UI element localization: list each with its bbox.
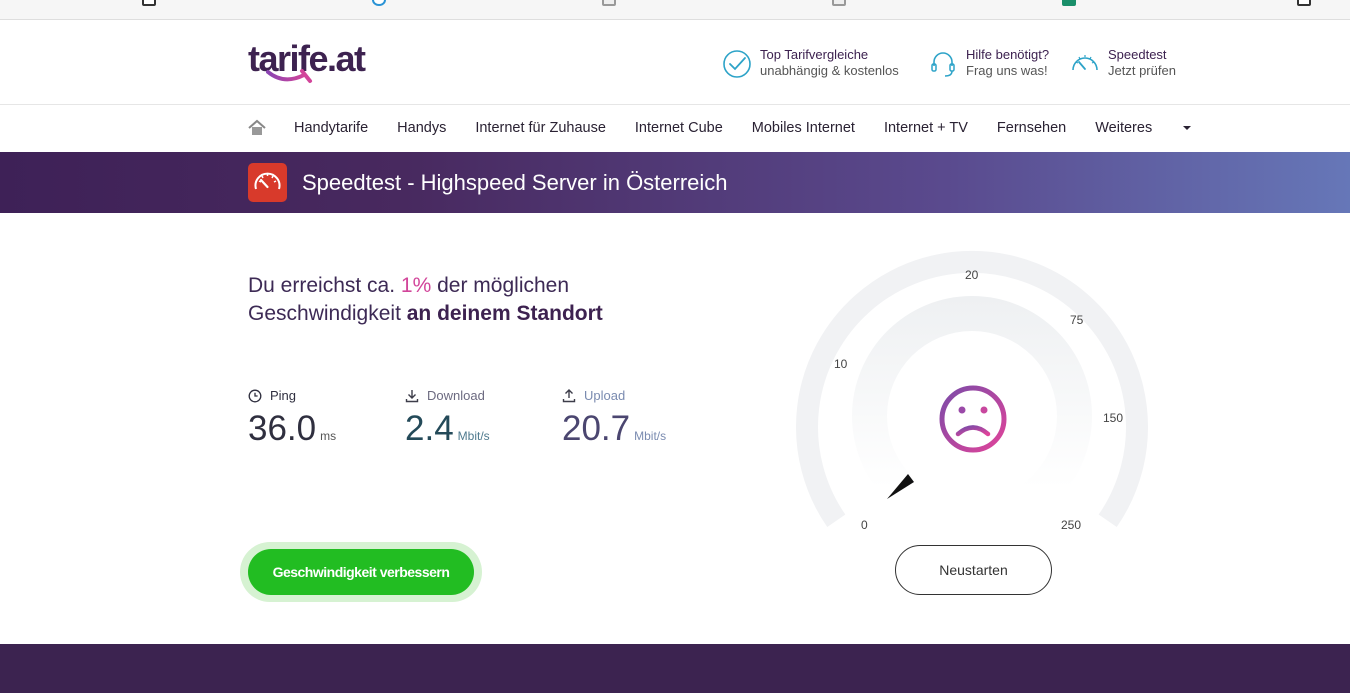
main-navigation: Handytarife Handys Internet für Zuhause … — [0, 106, 1350, 152]
metric-unit: Mbit/s — [457, 429, 490, 443]
metric-label: Upload — [584, 388, 626, 403]
improve-button-halo: Geschwindigkeit verbessern — [240, 542, 482, 602]
nav-item-internet-tv[interactable]: Internet + TV — [884, 120, 968, 136]
nav-item-label: Weiteres — [1095, 120, 1153, 136]
metric-download: Download 2.4 Mbit/s — [405, 388, 490, 449]
gauge-label: 0 — [861, 518, 868, 532]
gauge-label: 10 — [834, 357, 848, 371]
site-footer — [0, 644, 1350, 693]
metric-upload: Upload 20.7 Mbit/s — [562, 388, 666, 449]
header-tarifvergleich[interactable]: Top Tarifvergleiche unabhängig & kostenl… — [722, 47, 899, 79]
bookmark-icon[interactable] — [832, 0, 846, 6]
site-logo[interactable]: tarife.at — [248, 39, 388, 95]
improve-speed-button[interactable]: Geschwindigkeit verbessern — [248, 549, 474, 595]
chevron-down-icon — [1183, 126, 1192, 131]
page-title: Speedtest - Highspeed Server in Österrei… — [302, 170, 728, 195]
header-item-line1: Speedtest — [1108, 47, 1167, 62]
clock-icon — [248, 389, 262, 402]
restart-button[interactable]: Neustarten — [895, 545, 1052, 595]
header-item-line2: Frag uns was! — [966, 63, 1048, 78]
bookmark-icon[interactable] — [142, 0, 156, 6]
result-prefix: Du erreichst ca. — [248, 274, 396, 297]
speedometer-icon — [1072, 55, 1098, 71]
headset-icon — [931, 52, 955, 77]
gauge-label: 75 — [1070, 313, 1084, 327]
bookmark-icon[interactable] — [602, 0, 616, 6]
bookmark-icon[interactable] — [1297, 0, 1311, 6]
header-item-line2: unabhängig & kostenlos — [760, 63, 899, 78]
metric-label: Download — [427, 388, 485, 403]
result-suffix: an deinem Standort — [406, 302, 603, 325]
upload-icon — [562, 388, 576, 402]
speed-gauge: 0 10 20 75 150 250 — [790, 240, 1160, 540]
metric-value: 20.7 — [562, 409, 631, 448]
check-circle-icon — [723, 50, 751, 78]
nav-item-internet-zuhause[interactable]: Internet für Zuhause — [475, 120, 606, 136]
nav-item-handys[interactable]: Handys — [397, 120, 446, 136]
gauge-label: 150 — [1103, 411, 1124, 425]
metric-ping: Ping 36.0 ms — [248, 388, 336, 449]
bookmark-icon[interactable] — [1062, 0, 1076, 6]
nav-item-mobiles-internet[interactable]: Mobiles Internet — [752, 120, 855, 136]
result-percent: 1% — [400, 274, 432, 297]
metric-unit: Mbit/s — [634, 429, 667, 443]
header-item-line1: Hilfe benötigt? — [966, 47, 1050, 62]
site-header: tarife.at Top Tarifvergleiche unabhängig… — [0, 21, 1350, 105]
header-item-line2: Jetzt prüfen — [1108, 63, 1176, 78]
page-banner: Speedtest - Highspeed Server in Österrei… — [0, 152, 1350, 213]
metric-unit: ms — [320, 429, 337, 443]
gauge-label: 250 — [1061, 518, 1082, 532]
nav-item-weiteres[interactable]: Weiteres — [1095, 120, 1220, 136]
metric-label: Ping — [270, 388, 297, 403]
browser-bookmarks-bar — [0, 0, 1350, 20]
nav-item-fernsehen[interactable]: Fernsehen — [997, 120, 1066, 136]
download-icon — [405, 389, 419, 402]
speedometer-icon — [248, 163, 287, 202]
header-hilfe[interactable]: Hilfe benötigt? Frag uns was! — [928, 47, 1049, 79]
gauge-dial — [796, 250, 1148, 536]
gauge-label: 20 — [965, 268, 979, 282]
header-speedtest[interactable]: Speedtest Jetzt prüfen — [1070, 47, 1176, 79]
result-headline: Du erreichst ca. 1% der möglichen Geschw… — [248, 272, 668, 328]
nav-item-handytarife[interactable]: Handytarife — [294, 120, 368, 136]
metric-value: 36.0 — [248, 409, 317, 448]
home-icon[interactable] — [248, 119, 266, 137]
metric-value: 2.4 — [405, 409, 454, 448]
logo-smile-icon — [266, 69, 312, 83]
bookmark-icon[interactable] — [372, 0, 386, 6]
header-item-line1: Top Tarifvergleiche — [760, 47, 869, 62]
nav-item-internet-cube[interactable]: Internet Cube — [635, 120, 723, 136]
